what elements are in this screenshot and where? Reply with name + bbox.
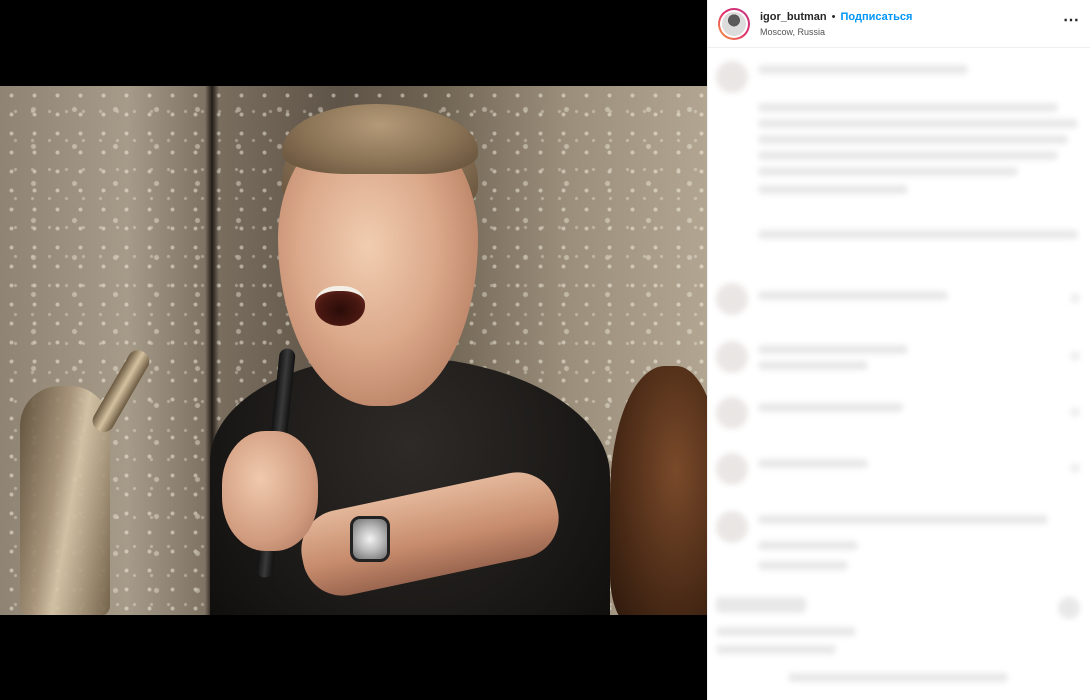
header-line: igor_butman • Подписаться bbox=[760, 11, 912, 23]
comment-row-blurred bbox=[708, 447, 1090, 495]
separator-dot: • bbox=[831, 10, 836, 23]
caption-line bbox=[758, 65, 968, 74]
username-link[interactable]: igor_butman bbox=[760, 11, 827, 23]
like-heart-icon bbox=[1070, 407, 1080, 417]
open-mouth bbox=[315, 286, 365, 326]
comment-line bbox=[758, 361, 868, 370]
comment-row-blurred bbox=[708, 335, 1090, 383]
save-icon bbox=[1058, 597, 1080, 619]
post-media-pane bbox=[0, 0, 707, 700]
comment-row-blurred bbox=[708, 505, 1090, 575]
actions-blurred bbox=[708, 589, 1090, 699]
caption-line bbox=[758, 103, 1058, 112]
post-photo[interactable] bbox=[0, 86, 707, 615]
like-heart-icon bbox=[1070, 293, 1080, 303]
caption-line bbox=[758, 167, 1018, 176]
comment-avatar bbox=[716, 511, 748, 543]
likes-line bbox=[716, 645, 836, 654]
caption-line bbox=[758, 151, 1058, 160]
caption-blurred bbox=[708, 55, 1090, 245]
likes-line bbox=[716, 627, 856, 636]
caption-line bbox=[758, 135, 1068, 144]
caption-avatar bbox=[716, 61, 748, 93]
avatar-image bbox=[722, 11, 746, 36]
comments-area-blurred bbox=[708, 49, 1090, 700]
like-heart-icon bbox=[1070, 351, 1080, 361]
comment-avatar bbox=[716, 283, 748, 315]
caption-line bbox=[758, 119, 1078, 128]
caption-line bbox=[758, 185, 908, 194]
comment-line bbox=[758, 459, 868, 468]
comment-line bbox=[758, 515, 1048, 524]
more-options-icon[interactable]: ⋯ bbox=[1063, 12, 1080, 35]
comment-line bbox=[758, 345, 908, 354]
wristwatch bbox=[350, 516, 390, 562]
comment-line bbox=[758, 291, 948, 300]
avatar[interactable] bbox=[718, 7, 750, 40]
post-side-pane: igor_butman • Подписаться Moscow, Russia… bbox=[707, 0, 1090, 700]
hand bbox=[222, 431, 318, 551]
comment-row-blurred bbox=[708, 391, 1090, 439]
avatar-border bbox=[720, 9, 748, 38]
follow-button[interactable]: Подписаться bbox=[840, 11, 912, 23]
comment-input bbox=[788, 673, 1008, 682]
location-link[interactable]: Moscow, Russia bbox=[760, 27, 912, 37]
comment-avatar bbox=[716, 397, 748, 429]
caption-line bbox=[758, 230, 1078, 239]
post-header: igor_butman • Подписаться Moscow, Russia… bbox=[708, 0, 1090, 48]
comment-avatar bbox=[716, 341, 748, 373]
comment-line bbox=[758, 561, 848, 570]
header-text: igor_butman • Подписаться Moscow, Russia bbox=[760, 11, 912, 37]
comment-avatar bbox=[716, 453, 748, 485]
comment-row-blurred bbox=[708, 277, 1090, 325]
comment-line bbox=[758, 403, 903, 412]
action-icons bbox=[716, 597, 806, 613]
comment-line bbox=[758, 541, 858, 550]
like-heart-icon bbox=[1070, 463, 1080, 473]
